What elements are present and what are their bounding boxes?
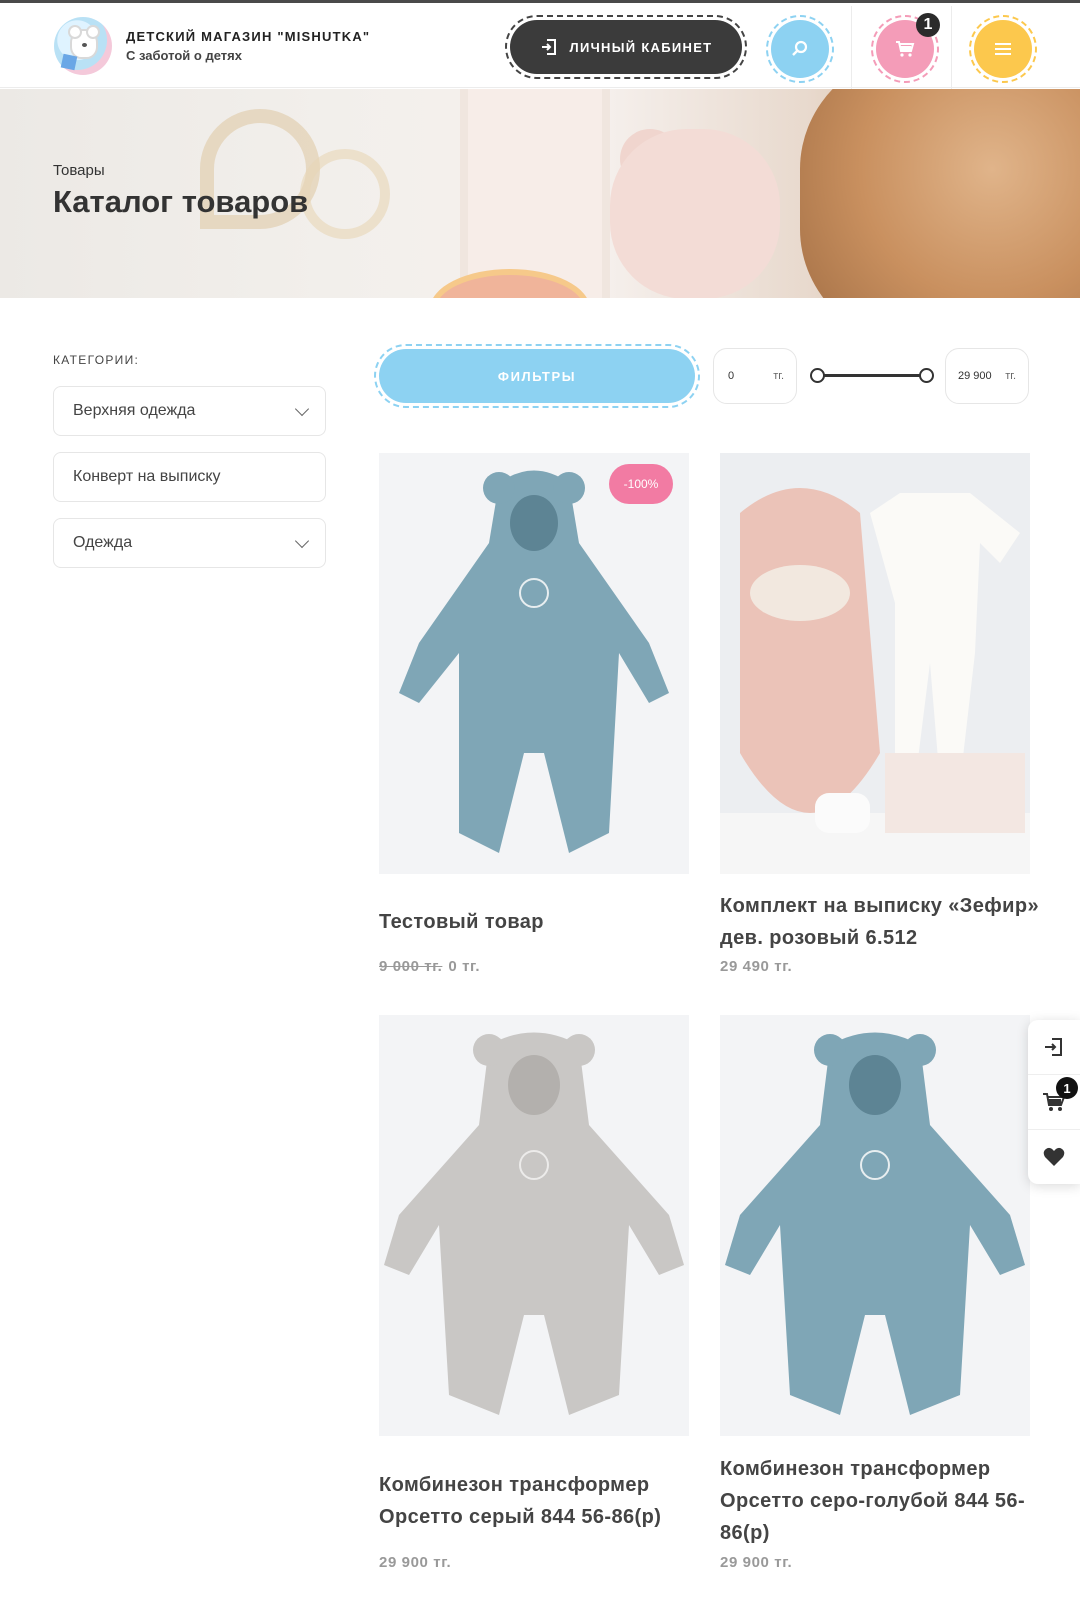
- product-old-price: 9 000 тг.: [379, 958, 443, 975]
- blocks-logo-icon: [60, 53, 78, 71]
- menu-button[interactable]: [969, 15, 1037, 83]
- hero-decoration: [300, 149, 390, 239]
- account-button[interactable]: ЛИЧНЫЙ КАБИНЕТ: [505, 15, 747, 79]
- chevron-down-icon[interactable]: [294, 533, 310, 549]
- cart-count-badge: 1: [916, 13, 940, 37]
- product-price: 9 000 тг. 0 тг.: [379, 958, 480, 975]
- side-login-button[interactable]: [1028, 1020, 1080, 1074]
- product-title[interactable]: Комплект на выписку «Зефир» дев. розовый…: [720, 890, 1040, 954]
- category-discharge-envelope[interactable]: Конверт на выписку: [53, 452, 326, 502]
- category-outerwear[interactable]: Верхняя одежда: [53, 386, 326, 436]
- product-image[interactable]: [720, 1015, 1030, 1436]
- product-title[interactable]: Тестовый товар: [379, 906, 699, 938]
- teddy-bear-image: [610, 129, 780, 298]
- currency-label: тг.: [1005, 370, 1016, 382]
- pink-envelope-set-image: [720, 488, 1030, 874]
- blue-jumpsuit-image: [399, 470, 669, 853]
- header-divider: [851, 6, 852, 91]
- search-icon: [792, 40, 808, 56]
- category-label: Верхняя одежда: [73, 402, 196, 419]
- floating-side-panel: [1028, 1020, 1080, 1184]
- product-price: 29 900 тг.: [720, 1554, 793, 1571]
- grey-jumpsuit-image: [384, 1032, 684, 1415]
- heart-icon: [1043, 1147, 1065, 1166]
- header-divider: [951, 6, 952, 91]
- price-max-field[interactable]: 29 900 тг.: [945, 348, 1029, 404]
- price-min-field[interactable]: 0 тг.: [713, 348, 797, 404]
- breadcrumb[interactable]: Товары: [53, 162, 105, 179]
- bear-logo-icon: [68, 25, 100, 59]
- price-range-min-handle[interactable]: [810, 368, 825, 383]
- side-wishlist-button[interactable]: [1028, 1130, 1080, 1184]
- price-max-value: 29 900: [958, 370, 992, 382]
- brand-tagline: С заботой о детях: [126, 48, 242, 63]
- hero-picture-frame: [460, 89, 610, 298]
- category-label: Конверт на выписку: [73, 468, 221, 485]
- side-cart-count-badge: 1: [1056, 1077, 1078, 1099]
- account-button-label: ЛИЧНЫЙ КАБИНЕТ: [569, 39, 713, 55]
- site-header: ДЕТСКИЙ МАГАЗИН "MISHUTKA" С заботой о д…: [0, 3, 1080, 91]
- search-button[interactable]: [766, 15, 834, 83]
- blue-grey-jumpsuit-image: [725, 1032, 1025, 1415]
- product-current-price: 0 тг.: [448, 958, 481, 975]
- product-image[interactable]: [720, 453, 1030, 874]
- product-price: 29 900 тг.: [379, 1554, 452, 1571]
- price-range-max-handle[interactable]: [919, 368, 934, 383]
- category-label: Одежда: [73, 534, 133, 551]
- product-title[interactable]: Комбинезон трансформер Орсетто серо-голу…: [720, 1453, 1040, 1549]
- logo[interactable]: [54, 17, 112, 75]
- product-image[interactable]: [379, 1015, 689, 1436]
- discount-badge: -100%: [609, 464, 673, 504]
- child-hair-image: [800, 89, 1080, 298]
- product-price: 29 490 тг.: [720, 958, 793, 975]
- hamburger-icon: [995, 43, 1011, 55]
- hero-banner: Товары Каталог товаров: [0, 89, 1080, 298]
- brand-name[interactable]: ДЕТСКИЙ МАГАЗИН "MISHUTKA": [126, 29, 370, 44]
- page-title: Каталог товаров: [53, 184, 309, 219]
- category-clothing[interactable]: Одежда: [53, 518, 326, 568]
- price-range-track[interactable]: [817, 374, 927, 377]
- categories-heading: КАТЕГОРИИ:: [53, 353, 140, 367]
- product-image[interactable]: [379, 453, 689, 874]
- login-icon: [541, 39, 556, 55]
- chevron-down-icon[interactable]: [294, 401, 310, 417]
- product-title[interactable]: Комбинезон трансформер Орсетто серый 844…: [379, 1469, 699, 1533]
- price-min-value: 0: [728, 370, 735, 382]
- login-icon: [1045, 1038, 1062, 1056]
- filters-button[interactable]: ФИЛЬТРЫ: [374, 344, 700, 408]
- currency-label: тг.: [773, 370, 784, 382]
- cart-icon: [896, 41, 915, 57]
